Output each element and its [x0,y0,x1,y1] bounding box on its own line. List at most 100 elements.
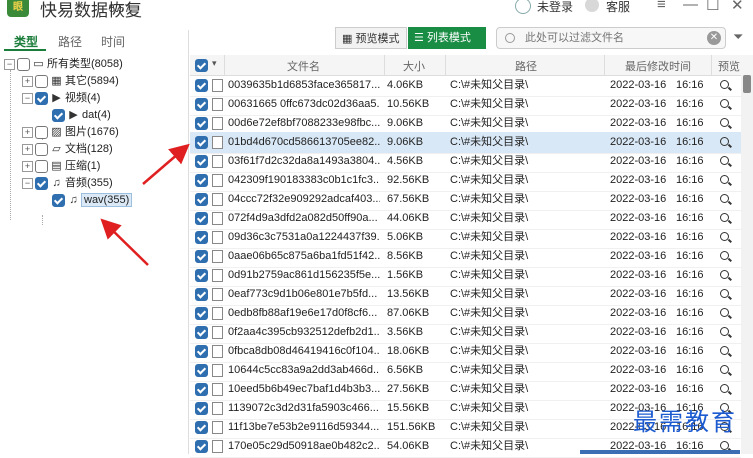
collapse-icon[interactable]: − [4,58,15,70]
row-checkbox[interactable] [195,402,208,415]
magnifier-icon[interactable] [720,175,729,184]
row-checkbox[interactable] [195,440,208,453]
chevron-down-icon[interactable]: ▾ [212,58,217,69]
list-mode-button[interactable]: ☰ 列表模式 [408,27,486,49]
file-name: 0fbca8db08d46419416c0f104... [228,345,380,357]
file-size: 27.56KB [387,383,430,395]
tab-path[interactable]: 路径 [58,33,82,50]
checkbox[interactable] [17,57,30,71]
magnifier-icon[interactable] [720,80,729,89]
file-icon [212,421,223,434]
col-mtime[interactable]: 最后修改时间 [625,58,691,74]
magnifier-icon[interactable] [720,308,729,317]
checkbox[interactable] [35,159,48,173]
magnifier-icon[interactable] [720,118,729,127]
row-checkbox[interactable] [195,307,208,320]
magnifier-icon[interactable] [720,289,729,298]
magnifier-icon[interactable] [720,327,729,336]
tree-label-all: 所有类型(8058) [47,58,123,70]
checkbox[interactable] [35,142,48,156]
row-checkbox[interactable] [195,250,208,263]
magnifier-icon[interactable] [720,270,729,279]
magnifier-icon[interactable] [720,99,729,108]
row-checkbox[interactable] [195,193,208,206]
checkbox[interactable] [35,176,48,190]
row-checkbox[interactable] [195,79,208,92]
expand-icon[interactable]: + [22,143,33,155]
tree-node-audio[interactable]: − ♫ 音频(355) [22,175,113,192]
tree-node-other[interactable]: + ▦ 其它(5894) [22,73,119,90]
tab-time[interactable]: 时间 [101,33,125,50]
magnifier-icon[interactable] [720,441,729,450]
select-all-checkbox[interactable] [195,59,208,72]
magnifier-icon[interactable] [720,346,729,355]
user-icon[interactable] [515,0,531,14]
tree-node-wav[interactable]: ♫ wav(355) [52,192,133,209]
expand-icon[interactable]: + [22,126,33,138]
login-link[interactable]: 未登录 [537,0,573,15]
tree-node-image[interactable]: + ▨ 图片(1676) [22,124,119,141]
magnifier-icon[interactable] [720,251,729,260]
clear-icon[interactable]: ✕ [707,31,721,45]
row-checkbox[interactable] [195,155,208,168]
checkbox[interactable] [35,91,48,105]
maximize-icon[interactable]: ☐ [706,0,719,14]
row-checkbox[interactable] [195,364,208,377]
service-icon[interactable] [585,0,599,12]
col-size[interactable]: 大小 [403,58,425,74]
checkbox[interactable] [52,108,65,122]
row-checkbox[interactable] [195,136,208,149]
row-checkbox[interactable] [195,117,208,130]
row-checkbox[interactable] [195,98,208,111]
expand-icon[interactable]: + [22,75,33,87]
col-path[interactable]: 路径 [515,58,537,74]
table-row[interactable]: 170e05c29d50918ae0b482c2... 54.06KB C:\#未知… [190,436,741,458]
magnifier-icon[interactable] [720,156,729,165]
row-checkbox[interactable] [195,212,208,225]
magnifier-icon[interactable] [720,194,729,203]
search-box: ✕ [496,27,726,49]
row-checkbox[interactable] [195,326,208,339]
row-checkbox[interactable] [195,231,208,244]
search-icon [505,33,515,43]
file-date: 2022-03-16 [610,269,667,281]
tree-label-zip: 压缩(1) [65,160,101,172]
checkbox[interactable] [35,74,48,88]
scrollbar-thumb[interactable] [743,75,751,93]
menu-icon[interactable]: ≡ [657,0,666,13]
close-icon[interactable]: ✕ [731,0,744,14]
file-time: 16:16 [676,98,704,110]
collapse-icon[interactable]: − [22,177,33,189]
checkbox[interactable] [52,193,65,207]
row-checkbox[interactable] [195,383,208,396]
magnifier-icon[interactable] [720,137,729,146]
tab-type[interactable]: 类型 [14,33,38,50]
service-link[interactable]: 客服 [606,0,630,15]
tree-node-doc[interactable]: + ▱ 文档(128) [22,141,113,158]
row-checkbox[interactable] [195,345,208,358]
row-checkbox[interactable] [195,269,208,282]
magnifier-icon[interactable] [720,232,729,241]
filter-icon[interactable]: ⏷ [733,29,743,45]
expand-icon[interactable]: + [22,160,33,172]
search-input[interactable] [523,31,697,45]
file-time: 16:16 [676,288,704,300]
file-size: 151.56KB [387,421,436,433]
row-checkbox[interactable] [195,174,208,187]
tree-node-all[interactable]: − ▭ 所有类型(8058) [4,56,123,73]
tree-node-zip[interactable]: + ▤ 压缩(1) [22,158,100,175]
minimize-icon[interactable]: — [683,0,698,13]
tree-node-video[interactable]: − ▶ 视频(4) [22,90,100,107]
magnifier-icon[interactable] [720,365,729,374]
row-checkbox[interactable] [195,421,208,434]
magnifier-icon[interactable] [720,213,729,222]
col-name[interactable]: 文件名 [287,58,320,74]
preview-mode-button[interactable]: ▦ 预览模式 [335,27,407,49]
file-path: C:\#未知父目录\ [450,174,529,186]
row-checkbox[interactable] [195,288,208,301]
collapse-icon[interactable]: − [22,92,33,104]
scrollbar[interactable] [741,75,753,454]
checkbox[interactable] [35,125,48,139]
tree-node-dat[interactable]: ▶ dat(4) [52,107,111,124]
magnifier-icon[interactable] [720,384,729,393]
